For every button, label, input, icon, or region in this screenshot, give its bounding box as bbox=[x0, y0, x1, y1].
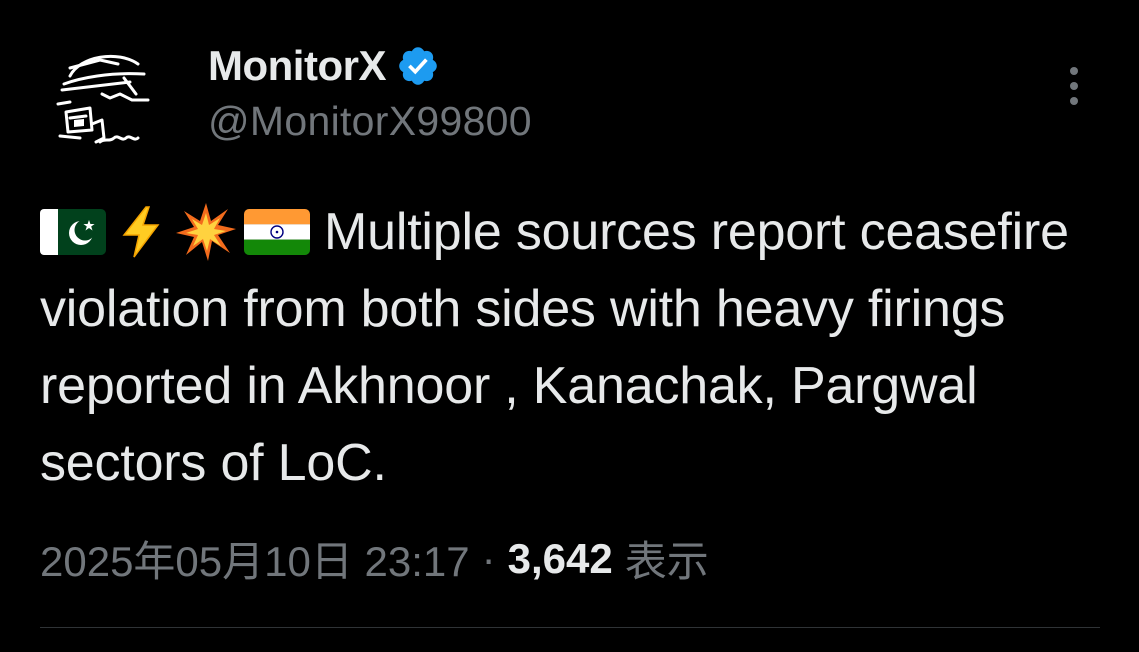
lightning-icon bbox=[122, 206, 160, 258]
verified-badge-icon bbox=[396, 44, 440, 88]
tweet-body: Multiple sources report ceasefire violat… bbox=[40, 194, 1115, 502]
author-name-row[interactable]: MonitorX bbox=[208, 40, 440, 92]
pakistan-flag-icon bbox=[40, 209, 106, 255]
tweet-meta: 2025年05月10日 23:17 · 3,642 表示 bbox=[40, 528, 709, 589]
views-label: 表示 bbox=[624, 538, 709, 585]
meta-separator: · bbox=[481, 534, 496, 582]
avatar[interactable] bbox=[40, 38, 158, 156]
author-handle[interactable]: @MonitorX99800 bbox=[208, 98, 532, 145]
more-dot-icon bbox=[1070, 67, 1078, 75]
display-name[interactable]: MonitorX bbox=[208, 42, 386, 90]
more-dot-icon bbox=[1070, 82, 1078, 90]
emoji-group bbox=[40, 203, 310, 261]
hooded-figure-sketch-icon bbox=[56, 54, 150, 144]
collision-icon bbox=[176, 203, 236, 261]
india-flag-icon bbox=[244, 209, 310, 255]
views-count[interactable]: 3,642 bbox=[508, 535, 613, 583]
divider bbox=[40, 627, 1100, 628]
tweet-card[interactable]: MonitorX @MonitorX99800 Multiple sources… bbox=[0, 0, 1139, 652]
more-options-button[interactable] bbox=[1054, 60, 1094, 112]
timestamp[interactable]: 2025年05月10日 23:17 bbox=[40, 528, 470, 589]
more-dot-icon bbox=[1070, 97, 1078, 105]
